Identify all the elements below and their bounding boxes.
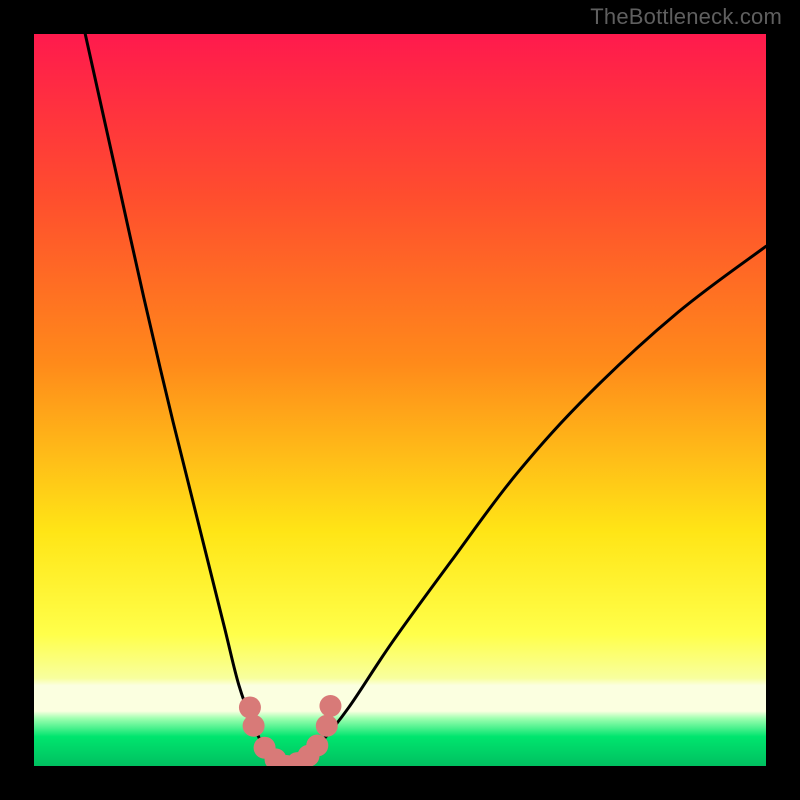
- valley-marker: [243, 715, 265, 737]
- chart-frame: TheBottleneck.com: [0, 0, 800, 800]
- chart-svg: [34, 34, 766, 766]
- gradient-background: [34, 34, 766, 766]
- valley-marker: [239, 696, 261, 718]
- valley-marker: [319, 695, 341, 717]
- valley-marker: [316, 715, 338, 737]
- plot-area: [34, 34, 766, 766]
- valley-marker: [306, 735, 328, 757]
- watermark-text: TheBottleneck.com: [590, 4, 782, 30]
